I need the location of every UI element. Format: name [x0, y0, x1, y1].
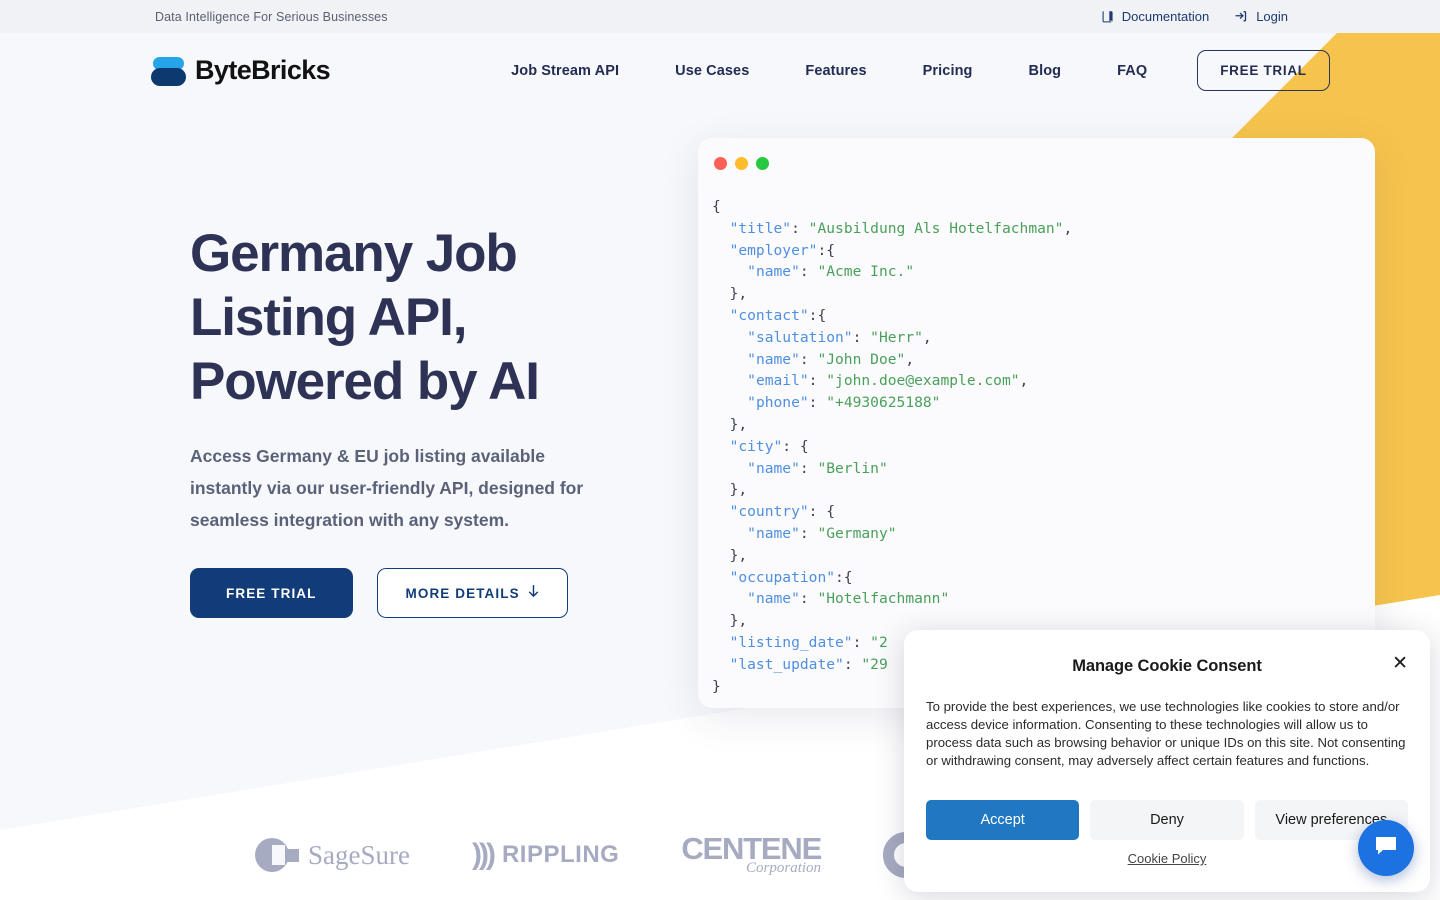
more-details-label: MORE DETAILS — [405, 585, 520, 601]
nav-item-blog[interactable]: Blog — [1001, 63, 1090, 79]
login-label: Login — [1256, 9, 1288, 24]
nav-item-use-cases[interactable]: Use Cases — [647, 63, 777, 79]
page-title: Germany Job Listing API, Powered by AI — [190, 222, 630, 414]
hero-buttons: FREE TRIAL MORE DETAILS — [190, 568, 630, 618]
hero-title-line-2: Listing API, — [190, 288, 467, 347]
hero-free-trial-button[interactable]: FREE TRIAL — [190, 568, 353, 618]
hero-more-details-button[interactable]: MORE DETAILS — [376, 568, 568, 618]
arrow-down-icon — [528, 585, 539, 601]
tagline: Data Intelligence For Serious Businesses — [155, 9, 388, 24]
main-navigation: Job Stream API Use Cases Features Pricin… — [483, 50, 1330, 91]
nav-item-pricing[interactable]: Pricing — [895, 63, 1001, 79]
window-controls — [698, 138, 1375, 170]
client-logo-centene: CENTENE Corporation — [681, 830, 822, 877]
hero-section: Germany Job Listing API, Powered by AI A… — [190, 222, 630, 618]
cookie-consent-dialog: Manage Cookie Consent ✕ To provide the b… — [904, 630, 1430, 892]
sign-in-icon — [1235, 10, 1249, 23]
accept-button[interactable]: Accept — [926, 800, 1080, 840]
json-code-block: { "title": "Ausbildung Als Hotelfachman"… — [712, 198, 1073, 695]
client-logo-sagesure: SageSure — [255, 838, 410, 872]
cookie-buttons: Accept Deny View preferences — [926, 800, 1408, 840]
nav-item-features[interactable]: Features — [777, 63, 894, 79]
code-preview-panel: { "title": "Ausbildung Als Hotelfachman"… — [698, 138, 1375, 708]
deny-button[interactable]: Deny — [1090, 800, 1244, 840]
announcement-bar: Data Intelligence For Serious Businesses… — [0, 0, 1440, 33]
page-root: Data Intelligence For Serious Businesses… — [0, 0, 1440, 900]
brand-name: ByteBricks — [195, 55, 331, 85]
client-name-sagesure: SageSure — [308, 839, 410, 870]
chat-bubble-icon — [1373, 834, 1399, 863]
sagesure-icon — [255, 838, 301, 872]
cookie-policy-link[interactable]: Cookie Policy — [926, 851, 1408, 866]
site-header: ByteBricks Job Stream API Use Cases Feat… — [0, 33, 1440, 108]
login-link[interactable]: Login — [1235, 9, 1288, 24]
topbar-links: Documentation Login — [1102, 0, 1440, 33]
close-icon[interactable]: ✕ — [1392, 654, 1408, 673]
bytebricks-logo-icon — [151, 55, 186, 87]
nav-free-trial-button[interactable]: FREE TRIAL — [1197, 50, 1330, 91]
client-name-centene-sub: Corporation — [746, 859, 822, 876]
rippling-icon: ))) — [471, 838, 496, 871]
nav-item-job-stream-api[interactable]: Job Stream API — [483, 63, 647, 79]
nav-item-faq[interactable]: FAQ — [1089, 63, 1175, 79]
maximize-dot-icon[interactable] — [756, 157, 769, 170]
book-icon — [1102, 10, 1115, 23]
client-logo-rippling: ))) RIPPLING — [472, 838, 619, 872]
minimize-dot-icon[interactable] — [735, 157, 748, 170]
hero-title-line-3: Powered by AI — [190, 352, 540, 411]
logo[interactable]: ByteBricks — [151, 55, 331, 87]
client-name-rippling: RIPPLING — [501, 841, 620, 868]
documentation-label: Documentation — [1121, 9, 1210, 24]
client-name-centene: CENTENE — [681, 830, 822, 866]
cookie-body-text: To provide the best experiences, we use … — [926, 699, 1406, 768]
hero-subtitle: Access Germany & EU job listing availabl… — [190, 446, 584, 530]
close-dot-icon[interactable] — [714, 157, 727, 170]
documentation-link[interactable]: Documentation — [1102, 9, 1209, 24]
hero-title-line-1: Germany Job — [190, 224, 518, 283]
chat-bubble-button[interactable] — [1358, 820, 1414, 876]
cookie-title: Manage Cookie Consent — [1072, 657, 1262, 675]
